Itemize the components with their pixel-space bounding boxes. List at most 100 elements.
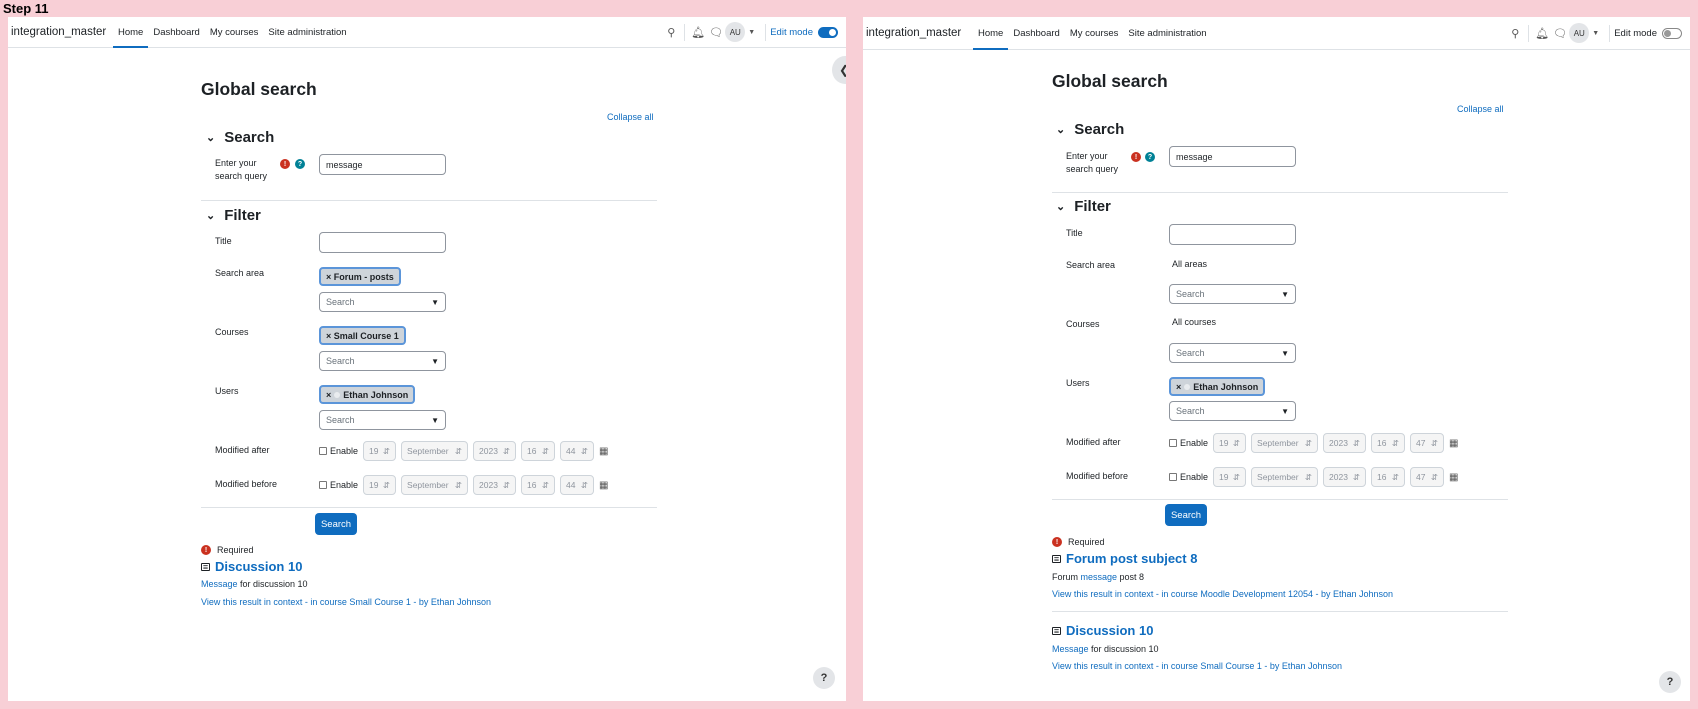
- courses-select[interactable]: Search ▼: [319, 351, 446, 371]
- chevron-down-icon: ⌄: [206, 210, 216, 222]
- divider: [1609, 24, 1611, 42]
- search-button[interactable]: Search: [315, 513, 357, 535]
- hour-select: 16 ⇵: [1371, 433, 1406, 453]
- remove-icon[interactable]: ×: [1176, 382, 1181, 392]
- drawer-toggle-button[interactable]: ❮: [832, 56, 846, 84]
- help-icon[interactable]: ?: [1145, 152, 1155, 162]
- bell-icon[interactable]: 🔔︎: [689, 23, 707, 41]
- enable-checkbox[interactable]: [1169, 439, 1177, 447]
- month-select: September ⇵: [1251, 433, 1319, 453]
- remove-icon[interactable]: ×: [326, 390, 331, 400]
- calendar-icon[interactable]: ▦: [1449, 472, 1458, 483]
- edit-mode-toggle[interactable]: [1662, 27, 1682, 39]
- site-brand[interactable]: integration_master: [8, 17, 113, 47]
- help-button[interactable]: ?: [1659, 671, 1681, 693]
- modified-after-row: Enable 19 ⇵ September ⇵ 2023 ⇵ 16 ⇵ 44 ⇵ ▦: [319, 441, 608, 461]
- users-label: Users: [215, 386, 239, 396]
- collapse-all-link[interactable]: Collapse all: [1457, 104, 1504, 114]
- users-select[interactable]: Search ▼: [1169, 401, 1296, 421]
- required-icon: !: [280, 159, 290, 169]
- search-section-header[interactable]: ⌄ Search: [1056, 121, 1124, 138]
- query-label: Enter your search query: [1066, 151, 1119, 174]
- search-area-select[interactable]: Search ▼: [1169, 284, 1296, 304]
- nav-dashboard[interactable]: Dashboard: [148, 17, 204, 47]
- filter-section-title: Filter: [1074, 198, 1111, 215]
- calendar-icon[interactable]: ▦: [599, 480, 608, 491]
- dropdown-arrow-icon: ▼: [1281, 348, 1289, 358]
- chat-icon[interactable]: 🗨︎: [1551, 24, 1569, 42]
- result-context-link[interactable]: View this result in context - in course …: [1052, 589, 1393, 599]
- title-label: Title: [1066, 228, 1083, 238]
- day-select: 19 ⇵: [1213, 467, 1247, 487]
- nav-dashboard[interactable]: Dashboard: [1008, 17, 1064, 49]
- search-area-select[interactable]: Search ▼: [319, 292, 446, 312]
- search-query-input[interactable]: message: [1169, 146, 1296, 167]
- result-snippet: Message for discussion 10: [1052, 644, 1159, 654]
- search-section-header[interactable]: ⌄ Search: [206, 129, 274, 146]
- required-icon: !: [201, 545, 211, 555]
- search-icon[interactable]: ⚲: [1506, 24, 1524, 42]
- title-input[interactable]: [1169, 224, 1296, 245]
- year-select: 2023 ⇵: [1323, 433, 1367, 453]
- divider: [684, 23, 686, 41]
- search-icon[interactable]: ⚲: [662, 23, 680, 41]
- filter-section-header[interactable]: ⌄ Filter: [1056, 198, 1111, 215]
- modified-before-label: Modified before: [215, 479, 278, 489]
- forum-icon: ≡: [1052, 625, 1061, 636]
- required-icon: !: [1052, 537, 1062, 547]
- enable-checkbox[interactable]: [1169, 473, 1177, 481]
- user-avatar[interactable]: AU: [1569, 23, 1590, 43]
- nav-site-administration[interactable]: Site administration: [1123, 17, 1211, 49]
- hour-select: 16 ⇵: [1371, 467, 1406, 487]
- filter-section-header[interactable]: ⌄ Filter: [206, 207, 261, 224]
- edit-mode-toggle[interactable]: [818, 26, 838, 38]
- title-input[interactable]: [319, 232, 446, 253]
- nav-my-courses[interactable]: My courses: [1065, 17, 1124, 49]
- calendar-icon[interactable]: ▦: [1449, 438, 1458, 449]
- modified-after-label: Modified after: [1066, 437, 1121, 447]
- result-title[interactable]: ≡ Discussion 10: [201, 559, 302, 574]
- result-context-link[interactable]: View this result in context - in course …: [201, 597, 491, 607]
- nav-home[interactable]: Home: [973, 17, 1009, 50]
- chevron-down-icon[interactable]: ▼: [1592, 30, 1599, 37]
- result-context-link[interactable]: View this result in context - in course …: [1052, 661, 1342, 671]
- nav-my-courses[interactable]: My courses: [205, 17, 264, 47]
- user-avatar[interactable]: AU: [725, 22, 746, 42]
- search-area-chip[interactable]: × Forum - posts: [319, 267, 401, 286]
- enable-checkbox[interactable]: [319, 481, 327, 489]
- divider: [1052, 611, 1508, 612]
- collapse-all-link[interactable]: Collapse all: [607, 112, 654, 122]
- search-section-title: Search: [224, 129, 275, 146]
- bell-icon[interactable]: 🔔︎: [1533, 24, 1551, 42]
- courses-select[interactable]: Search ▼: [1169, 343, 1296, 363]
- left-browser-panel: integration_master Home Dashboard My cou…: [8, 17, 846, 701]
- minute-select: 47 ⇵: [1410, 467, 1445, 487]
- dropdown-arrow-icon: ▼: [431, 356, 439, 366]
- help-button[interactable]: ?: [813, 667, 835, 689]
- user-picture-icon: [1184, 383, 1191, 390]
- modified-before-row: Enable 19 ⇵ September ⇵ 2023 ⇵ 16 ⇵ 47 ⇵ ▦: [1169, 467, 1458, 487]
- site-brand[interactable]: integration_master: [863, 17, 973, 49]
- calendar-icon[interactable]: ▦: [599, 446, 608, 457]
- chevron-down-icon[interactable]: ▼: [748, 29, 755, 36]
- nav-home[interactable]: Home: [113, 17, 149, 48]
- enable-checkbox[interactable]: [319, 447, 327, 455]
- remove-icon[interactable]: ×: [326, 331, 331, 341]
- search-button[interactable]: Search: [1165, 504, 1207, 526]
- divider: [201, 200, 657, 201]
- result-title[interactable]: ≡ Forum post subject 8: [1052, 551, 1197, 566]
- result-snippet: Forum message post 8: [1052, 572, 1145, 582]
- users-chip[interactable]: × Ethan Johnson: [1169, 377, 1266, 396]
- courses-chip[interactable]: × Small Course 1: [319, 326, 406, 345]
- chat-icon[interactable]: 🗨︎: [707, 23, 725, 41]
- remove-icon[interactable]: ×: [326, 272, 331, 282]
- chevron-down-icon: ⌄: [1056, 124, 1066, 136]
- courses-label: Courses: [215, 327, 249, 337]
- nav-site-administration[interactable]: Site administration: [263, 17, 351, 47]
- users-chip[interactable]: × Ethan Johnson: [319, 385, 416, 404]
- users-select[interactable]: Search ▼: [319, 410, 446, 430]
- search-query-input[interactable]: message: [319, 154, 446, 175]
- help-icon[interactable]: ?: [295, 159, 305, 169]
- result-title[interactable]: ≡ Discussion 10: [1052, 623, 1153, 638]
- dropdown-arrow-icon: ▼: [431, 297, 439, 307]
